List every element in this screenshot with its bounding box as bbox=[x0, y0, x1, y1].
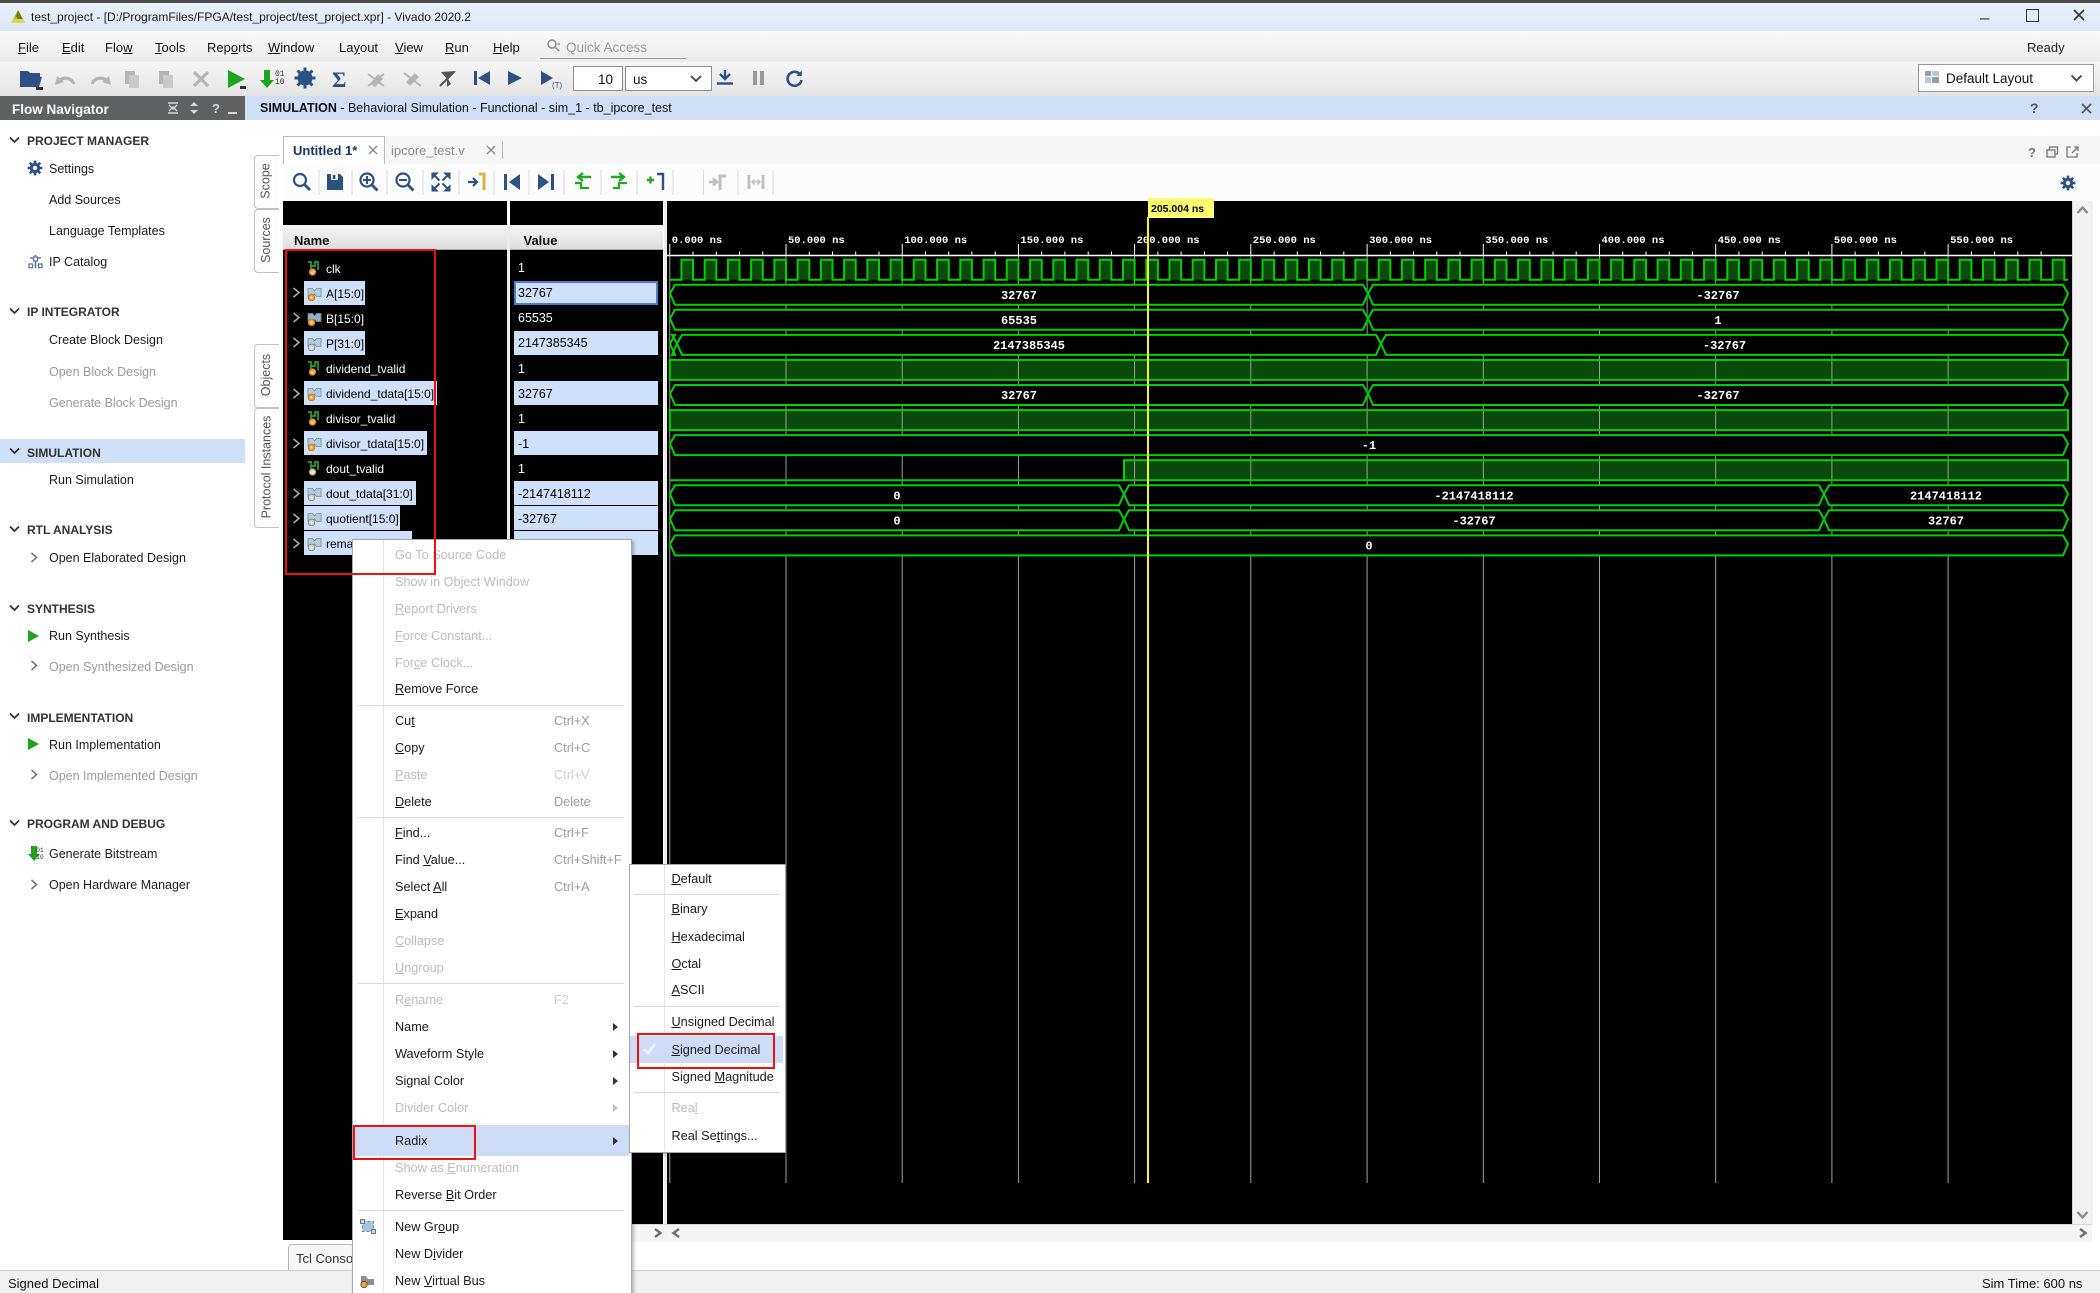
svg-text:2147385345: 2147385345 bbox=[993, 339, 1065, 353]
svg-text:500.000 ns: 500.000 ns bbox=[1834, 235, 1897, 247]
svg-text:?: ? bbox=[212, 101, 220, 115]
svg-text:50.000 ns: 50.000 ns bbox=[788, 235, 845, 247]
svg-text:-32767: -32767 bbox=[1703, 339, 1746, 353]
svg-text:450.000 ns: 450.000 ns bbox=[1718, 235, 1781, 247]
svg-text:01: 01 bbox=[36, 847, 44, 854]
svg-text:1: 1 bbox=[1714, 314, 1721, 328]
svg-text:10: 10 bbox=[36, 854, 44, 861]
svg-text:Σ: Σ bbox=[332, 67, 346, 92]
svg-text:65535: 65535 bbox=[1001, 314, 1037, 328]
svg-text:0.000 ns: 0.000 ns bbox=[672, 235, 722, 247]
svg-text:0: 0 bbox=[893, 489, 900, 503]
svg-text:-2147418112: -2147418112 bbox=[1434, 489, 1513, 503]
svg-text:32767: 32767 bbox=[1928, 514, 1964, 528]
svg-text:32767: 32767 bbox=[1001, 389, 1037, 403]
svg-text:400.000 ns: 400.000 ns bbox=[1602, 235, 1665, 247]
svg-text:-32767: -32767 bbox=[1696, 289, 1739, 303]
svg-text:2147418112: 2147418112 bbox=[1910, 489, 1982, 503]
svg-text:-32767: -32767 bbox=[1452, 514, 1495, 528]
svg-text:32767: 32767 bbox=[1001, 289, 1037, 303]
svg-text:300.000 ns: 300.000 ns bbox=[1369, 235, 1432, 247]
svg-text:250.000 ns: 250.000 ns bbox=[1253, 235, 1316, 247]
svg-text:0: 0 bbox=[893, 514, 900, 528]
svg-text:100.000 ns: 100.000 ns bbox=[904, 235, 967, 247]
svg-text:(T): (T) bbox=[552, 81, 563, 90]
svg-text:150.000 ns: 150.000 ns bbox=[1020, 235, 1083, 247]
svg-text:10: 10 bbox=[275, 78, 285, 87]
svg-text:550.000 ns: 550.000 ns bbox=[1950, 235, 2013, 247]
svg-text:-32767: -32767 bbox=[1696, 389, 1739, 403]
svg-text:200.000 ns: 200.000 ns bbox=[1137, 235, 1200, 247]
svg-text:0: 0 bbox=[1365, 540, 1372, 554]
svg-text:-1: -1 bbox=[1362, 439, 1376, 453]
svg-text:350.000 ns: 350.000 ns bbox=[1485, 235, 1548, 247]
